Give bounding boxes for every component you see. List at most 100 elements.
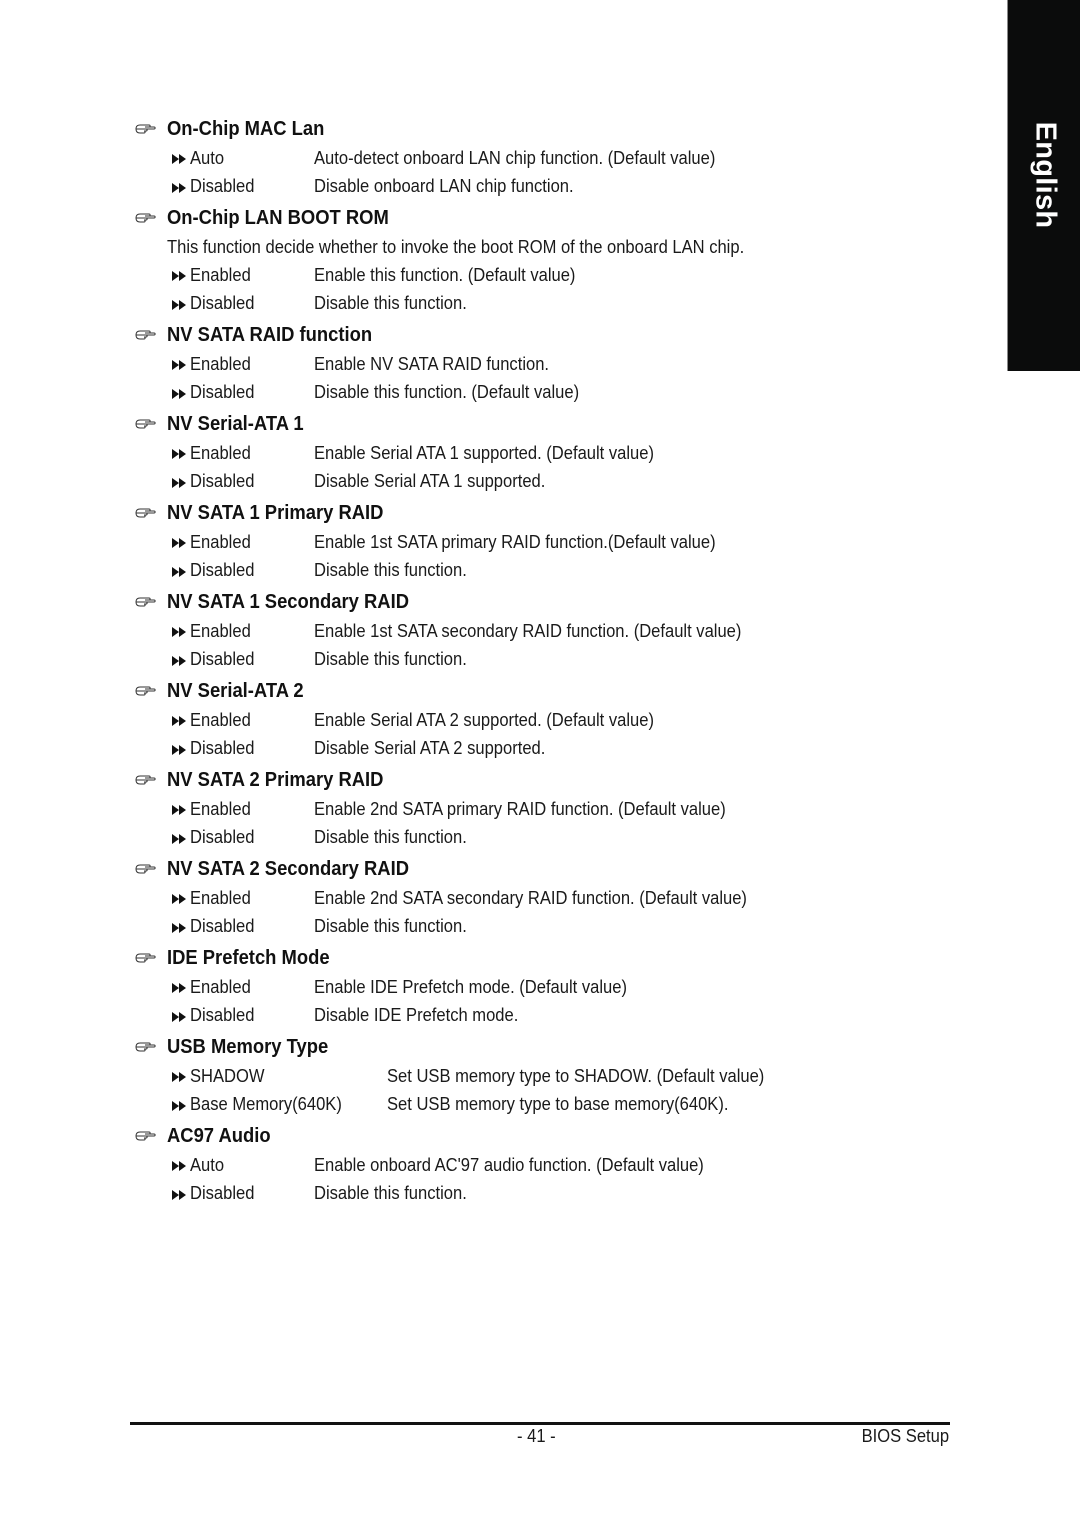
section-header: NV SATA 1 Secondary RAID <box>134 587 994 617</box>
setting-section: On-Chip MAC Lan Auto Auto-detect onboard L… <box>134 114 994 201</box>
section-header: NV Serial-ATA 2 <box>134 676 994 706</box>
section-title: NV SATA RAID function <box>167 323 373 346</box>
pointing-hand-icon <box>135 773 157 787</box>
double-arrow-icon <box>171 387 188 399</box>
option-description: Disable this function. <box>314 827 467 848</box>
setting-section: AC97 Audio Auto Enable onboard AC'97 audio… <box>134 1121 994 1208</box>
double-arrow-icon <box>171 921 188 933</box>
option-row: Enabled Enable this function. (Default va… <box>171 261 994 290</box>
pointing-hand-icon <box>135 684 157 698</box>
option-name: Auto <box>190 147 225 168</box>
option-description: Enable this function. (Default value) <box>314 264 576 285</box>
double-arrow-icon <box>171 1099 188 1111</box>
option-row: Base Memory(640K) Set USB memory type to … <box>171 1091 994 1120</box>
section-header: AC97 Audio <box>134 1121 994 1151</box>
option-row: Disabled Disable Serial ATA 1 supported. <box>171 468 994 497</box>
double-arrow-icon <box>171 1010 188 1022</box>
option-description: Enable 2nd SATA primary RAID function. (… <box>314 798 726 819</box>
section-title: On-Chip LAN BOOT ROM <box>167 206 389 229</box>
double-arrow-icon <box>171 981 188 994</box>
option-row: Enabled Enable NV SATA RAID function. <box>171 350 994 379</box>
section-header: NV Serial-ATA 1 <box>134 409 994 439</box>
option-description: Disable Serial ATA 2 supported. <box>314 738 546 759</box>
option-name: Disabled <box>190 293 255 314</box>
pointing-hand-icon <box>135 595 157 609</box>
option-description: Enable 2nd SATA secondary RAID function.… <box>314 887 747 908</box>
section-header: NV SATA 2 Secondary RAID <box>134 854 994 884</box>
option-name: Disabled <box>190 1183 255 1204</box>
option-name: Enabled <box>190 531 251 552</box>
setting-section: NV SATA 2 Primary RAID Enabled Enable 2nd … <box>134 765 994 852</box>
language-tab: English <box>1007 0 1080 371</box>
option-description: Enable 1st SATA secondary RAID function.… <box>314 620 742 641</box>
option-row: Disabled Disable onboard LAN chip functio… <box>171 173 994 202</box>
option-description: Set USB memory type to base memory(640K)… <box>387 1094 729 1115</box>
pointing-hand-icon <box>135 328 157 342</box>
double-arrow-icon <box>171 654 188 666</box>
option-row: Enabled Enable Serial ATA 2 supported. (D… <box>171 706 994 735</box>
option-description: Disable this function. <box>314 916 467 937</box>
section-title: AC97 Audio <box>167 1124 271 1147</box>
double-arrow-icon <box>171 1188 188 1200</box>
double-arrow-icon <box>171 152 188 165</box>
option-description: Disable onboard LAN chip function. <box>314 176 574 197</box>
double-arrow-icon <box>171 803 188 816</box>
option-name: Enabled <box>190 976 251 997</box>
section-title: NV Serial-ATA 2 <box>167 679 304 702</box>
section-title: IDE Prefetch Mode <box>167 946 330 969</box>
section-title: NV SATA 2 Primary RAID <box>167 768 384 791</box>
language-tab-label: English <box>1029 121 1061 229</box>
double-arrow-icon <box>171 892 188 905</box>
pointing-hand-icon <box>135 1129 157 1143</box>
section-header: NV SATA 1 Primary RAID <box>134 498 994 528</box>
option-row: SHADOW Set USB memory type to SHADOW. (De… <box>171 1062 994 1091</box>
option-description: Enable onboard AC'97 audio function. (De… <box>314 1154 704 1175</box>
option-name: Enabled <box>190 709 251 730</box>
section-header: NV SATA 2 Primary RAID <box>134 765 994 795</box>
section-header: NV SATA RAID function <box>134 320 994 350</box>
double-arrow-icon <box>171 298 188 310</box>
option-name: Disabled <box>190 471 255 492</box>
option-name: Disabled <box>190 176 255 197</box>
option-description: Disable this function. <box>314 649 467 670</box>
footer-divider <box>130 1422 950 1425</box>
option-name: Enabled <box>190 620 251 641</box>
page-number: - 41 - <box>517 1426 556 1446</box>
pointing-hand-icon <box>135 122 157 136</box>
section-header: USB Memory Type <box>134 1032 994 1062</box>
option-description: Enable Serial ATA 2 supported. (Default … <box>314 709 654 730</box>
option-description: Set USB memory type to SHADOW. (Default … <box>387 1065 765 1086</box>
option-row: Enabled Enable 2nd SATA secondary RAID fu… <box>171 884 994 913</box>
option-name: Disabled <box>190 916 255 937</box>
option-description: Disable Serial ATA 1 supported. <box>314 471 546 492</box>
option-name: Enabled <box>190 442 251 463</box>
double-arrow-icon <box>171 714 188 727</box>
section-header: On-Chip MAC Lan <box>134 114 994 144</box>
double-arrow-icon <box>171 447 188 460</box>
double-arrow-icon <box>171 536 188 549</box>
double-arrow-icon <box>171 358 188 371</box>
section-description: This function decide whether to invoke t… <box>167 237 745 257</box>
option-row: Enabled Enable IDE Prefetch mode. (Defaul… <box>171 973 994 1002</box>
option-name: Enabled <box>190 353 251 374</box>
option-row: Enabled Enable 1st SATA primary RAID func… <box>171 528 994 557</box>
pointing-hand-icon <box>135 1040 157 1054</box>
setting-section: NV Serial-ATA 1 Enabled Enable Serial ATA … <box>134 409 994 496</box>
option-description: Enable Serial ATA 1 supported. (Default … <box>314 442 654 463</box>
bios-options-list: On-Chip MAC Lan Auto Auto-detect onboard L… <box>134 112 994 1208</box>
double-arrow-icon <box>171 476 188 488</box>
option-name: Enabled <box>190 264 251 285</box>
option-row: Disabled Disable IDE Prefetch mode. <box>171 1002 994 1031</box>
setting-section: NV SATA 2 Secondary RAID Enabled Enable 2n… <box>134 854 994 941</box>
option-description: Disable this function. <box>314 293 467 314</box>
setting-section: NV SATA 1 Primary RAID Enabled Enable 1st … <box>134 498 994 585</box>
option-name: Base Memory(640K) <box>190 1094 342 1115</box>
section-title: USB Memory Type <box>167 1035 329 1058</box>
option-row: Disabled Disable this function. <box>171 1180 994 1209</box>
double-arrow-icon <box>171 565 188 577</box>
option-description: Enable IDE Prefetch mode. (Default value… <box>314 976 627 997</box>
option-name: Auto <box>190 1154 225 1175</box>
double-arrow-icon <box>171 181 188 193</box>
option-description: Disable this function. <box>314 1183 467 1204</box>
option-row: Disabled Disable this function. <box>171 290 994 319</box>
